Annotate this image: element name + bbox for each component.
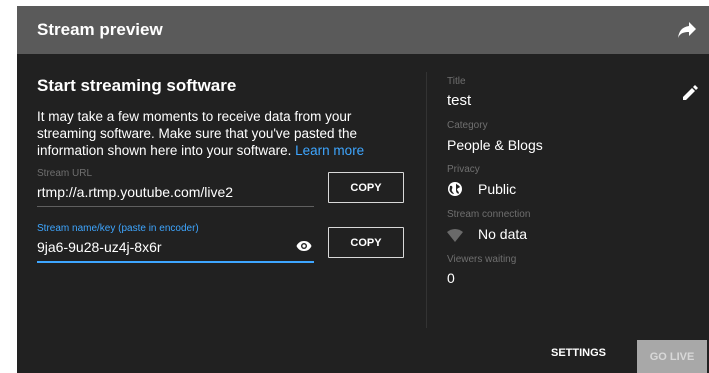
pencil-icon[interactable]	[681, 84, 699, 102]
panel-header: Stream preview	[17, 6, 709, 54]
copy-key-button[interactable]: COPY	[328, 227, 404, 258]
settings-button[interactable]: SETTINGS	[551, 347, 606, 359]
stream-url-label: Stream URL	[37, 168, 93, 179]
eye-icon[interactable]	[296, 240, 312, 252]
description-text: It may take a few moments to receive dat…	[37, 108, 397, 159]
viewers-label: Viewers waiting	[447, 254, 517, 265]
title-label: Title	[447, 76, 466, 87]
column-divider	[426, 72, 427, 328]
viewers-value: 0	[447, 270, 455, 286]
signal-icon	[447, 229, 463, 242]
go-live-button[interactable]: GO LIVE	[637, 340, 707, 373]
panel-title: Stream preview	[37, 20, 163, 39]
connection-value: No data	[478, 226, 528, 242]
copy-url-button[interactable]: COPY	[328, 172, 404, 203]
privacy-value: Public	[478, 181, 517, 197]
stream-url-field[interactable]: rtmp://a.rtmp.youtube.com/live2	[37, 184, 314, 207]
stream-preview-panel: Stream preview Start streaming software …	[17, 6, 709, 373]
globe-icon	[448, 182, 462, 196]
category-value: People & Blogs	[447, 137, 543, 153]
category-label: Category	[447, 120, 488, 131]
share-icon[interactable]	[677, 21, 697, 39]
learn-more-link[interactable]: Learn more	[295, 143, 364, 158]
connection-label: Stream connection	[447, 209, 531, 220]
stream-key-label: Stream name/key (paste in encoder)	[37, 223, 199, 234]
stream-key-field[interactable]: 9ja6-9u28-uz4j-8x6r	[37, 239, 314, 263]
section-title: Start streaming software	[37, 76, 237, 95]
privacy-label: Privacy	[447, 164, 480, 175]
title-value: test	[447, 92, 472, 109]
